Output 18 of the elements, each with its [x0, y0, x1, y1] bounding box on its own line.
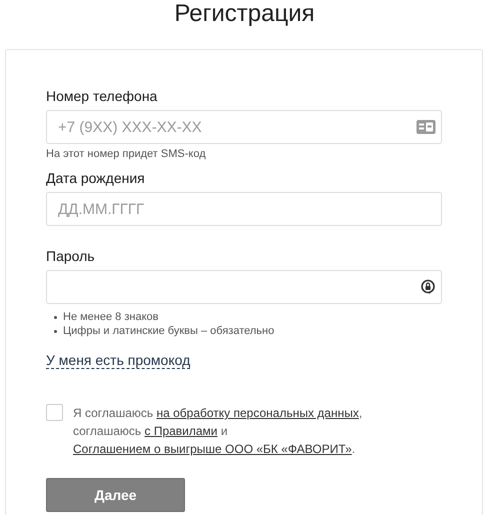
contact-card-icon[interactable] [416, 120, 436, 134]
field-hint: На этот номер придет SMS-код [46, 148, 207, 160]
field-label: Дата рождения [46, 170, 146, 186]
agreement-text: Я соглашаюсь на обработку персональных данных, соглашаюсь с Правилами и Соглашением о выигрыше ООО «БК «ФАВОРИТ». [73, 405, 364, 458]
password-rule: Не менее 8 знаков [63, 310, 158, 324]
input-field[interactable]: +7 (9XX) XXX-XX-XX [46, 110, 442, 144]
agreement-checkbox[interactable] [46, 404, 63, 421]
eye-lock-icon[interactable] [420, 279, 436, 295]
agreement-link[interactable]: Соглашением о выигрыше ООО «БК «ФАВОРИТ» [73, 442, 352, 456]
input-field[interactable]: ДД.ММ.ГГГГ [46, 192, 442, 226]
field-label: Номер телефона [46, 88, 158, 104]
field-label: Пароль [46, 248, 96, 264]
agreement-link[interactable]: с Правилами [144, 424, 218, 438]
agreement-link[interactable]: на обработку персональных данных [156, 406, 359, 420]
input-field[interactable] [46, 270, 442, 304]
password-rule: Цифры и латинские буквы – обязательно [63, 324, 274, 338]
page-title: Регистрация [173, 0, 316, 29]
promo-code-link[interactable]: У меня есть промокод [46, 352, 190, 369]
